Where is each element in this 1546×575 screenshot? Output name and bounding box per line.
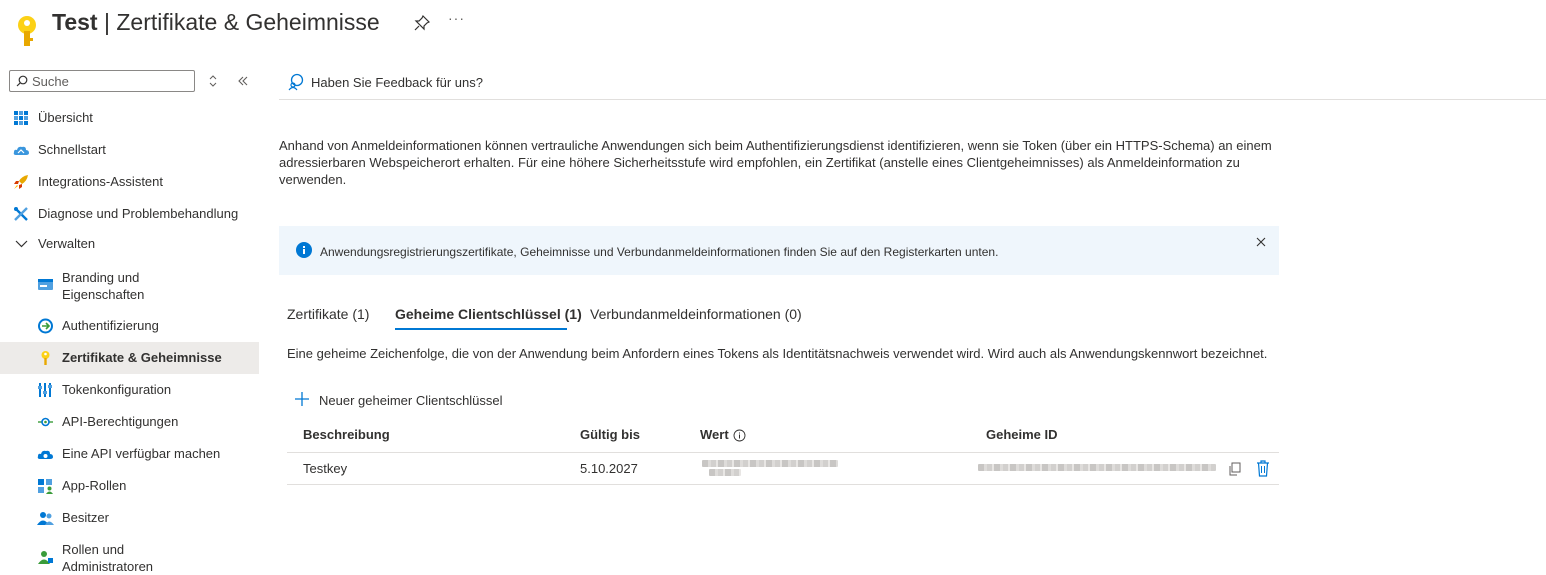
sidebar-item-roles-admins[interactable]: Rollen und Administratoren — [0, 534, 259, 574]
sidebar-item-label: Authentifizierung — [62, 318, 159, 333]
toolbar-divider — [279, 99, 1546, 100]
app-roles-icon — [38, 479, 53, 494]
sidebar-group-manage[interactable]: Verwalten — [0, 228, 259, 260]
tab-client-secrets[interactable]: Geheime Clientschlüssel (1) — [395, 306, 582, 322]
tab-federated-credentials[interactable]: Verbundanmeldeinformationen (0) — [590, 306, 802, 322]
wrench-icon — [14, 207, 28, 221]
sidebar-item-app-roles[interactable]: App-Rollen — [0, 470, 259, 502]
new-client-secret-button[interactable]: Neuer geheimer Clientschlüssel — [319, 393, 503, 408]
sidebar-item-label: Rollen und — [62, 542, 125, 557]
sidebar-item-label: API-Berechtigungen — [62, 414, 179, 429]
sidebar-item-label-line2: Eigenschaften — [62, 287, 145, 302]
active-tab-indicator — [395, 328, 567, 330]
column-header-value[interactable]: Wert — [700, 427, 729, 442]
roles-admins-icon — [38, 551, 53, 564]
page-description: Anhand von Anmeldeinformationen können v… — [279, 138, 1272, 187]
tab-description: Eine geheime Zeichenfolge, die von der A… — [287, 346, 1268, 361]
search-box[interactable] — [9, 70, 195, 92]
api-permissions-icon — [38, 417, 53, 427]
sidebar-item-owners[interactable]: Besitzer — [0, 502, 259, 534]
sidebar-item-overview[interactable]: Übersicht — [0, 102, 259, 134]
sidebar-item-label: Eine API verfügbar machen — [62, 446, 221, 461]
feedback-icon[interactable] — [287, 73, 305, 91]
info-circle-icon[interactable] — [733, 429, 746, 442]
sidebar-item-quickstart[interactable]: Schnellstart — [0, 134, 259, 166]
more-options-button[interactable]: ··· — [448, 10, 465, 26]
sidebar-item-label: Integrations-Assistent — [38, 174, 164, 189]
expand-collapse-icon[interactable] — [206, 74, 220, 88]
sidebar-item-label: Verwalten — [38, 236, 96, 251]
column-header-description[interactable]: Beschreibung — [303, 427, 390, 442]
key-icon — [18, 16, 36, 46]
feedback-link[interactable]: Haben Sie Feedback für uns? — [311, 75, 483, 90]
sidebar-item-label: Übersicht — [38, 110, 93, 125]
sidebar-item-api-permissions[interactable]: API-Berechtigungen — [0, 406, 259, 438]
sidebar-item-certificates-secrets[interactable]: Zertifikate & Geheimnisse — [0, 342, 259, 374]
redacted-secret-value — [702, 460, 838, 467]
sidebar-item-integration-assistant[interactable]: Integrations-Assistent — [0, 166, 259, 198]
sidebar-item-authentication[interactable]: Authentifizierung — [0, 310, 259, 342]
sidebar-item-label: App-Rollen — [62, 478, 127, 493]
tab-certificates[interactable]: Zertifikate (1) — [287, 306, 369, 322]
chevron-down-icon — [15, 240, 28, 248]
rocket-icon — [14, 175, 28, 189]
column-header-secret-id[interactable]: Geheime ID — [986, 427, 1058, 442]
key-icon — [41, 351, 50, 365]
delete-icon[interactable] — [1256, 460, 1270, 477]
pin-icon[interactable] — [414, 15, 430, 31]
sidebar-item-label: Zertifikate & Geheimnisse — [62, 350, 222, 365]
token-config-icon — [38, 383, 52, 397]
search-input[interactable] — [32, 73, 190, 89]
search-icon — [16, 75, 28, 87]
secret-description: Testkey — [303, 461, 348, 476]
branding-card-icon — [38, 279, 53, 290]
sidebar-item-label: Besitzer — [62, 510, 109, 525]
overview-grid-icon — [14, 111, 28, 125]
sidebar-item-label: Branding und — [62, 270, 140, 285]
authentication-icon — [38, 318, 53, 334]
sidebar-item-branding[interactable]: Branding und Eigenschaften — [0, 262, 259, 308]
secret-expires: 5.10.2027 — [580, 461, 638, 476]
column-header-expires[interactable]: Gültig bis — [580, 427, 640, 442]
redacted-secret-id — [978, 464, 1216, 471]
sidebar-item-label-line2: Administratoren — [62, 559, 154, 574]
sidebar-item-label: Schnellstart — [38, 142, 106, 157]
table-row-divider — [287, 452, 1279, 453]
table-row-divider — [287, 484, 1279, 485]
plus-icon[interactable] — [294, 391, 310, 407]
redacted-secret-value-line2 — [709, 469, 741, 476]
close-icon[interactable] — [1256, 237, 1266, 247]
collapse-sidebar-icon[interactable] — [236, 74, 250, 88]
expose-api-cloud-icon — [37, 450, 53, 459]
sidebar-item-label: Diagnose und Problembehandlung — [38, 206, 239, 221]
cloud-quickstart-icon — [13, 146, 29, 155]
owners-icon — [37, 512, 54, 525]
sidebar-item-label: Tokenkonfiguration — [62, 382, 172, 397]
info-banner-text: Anwendungsregistrierungszertifikate, Geh… — [320, 245, 999, 259]
copy-icon[interactable] — [1228, 462, 1241, 476]
info-icon — [296, 242, 312, 258]
page-title: Test | Zertifikate & Geheimnisse — [52, 9, 380, 35]
sidebar-item-diagnose[interactable]: Diagnose und Problembehandlung — [0, 198, 259, 230]
sidebar-item-token-configuration[interactable]: Tokenkonfiguration — [0, 374, 259, 406]
sidebar-item-expose-api[interactable]: Eine API verfügbar machen — [0, 438, 259, 470]
